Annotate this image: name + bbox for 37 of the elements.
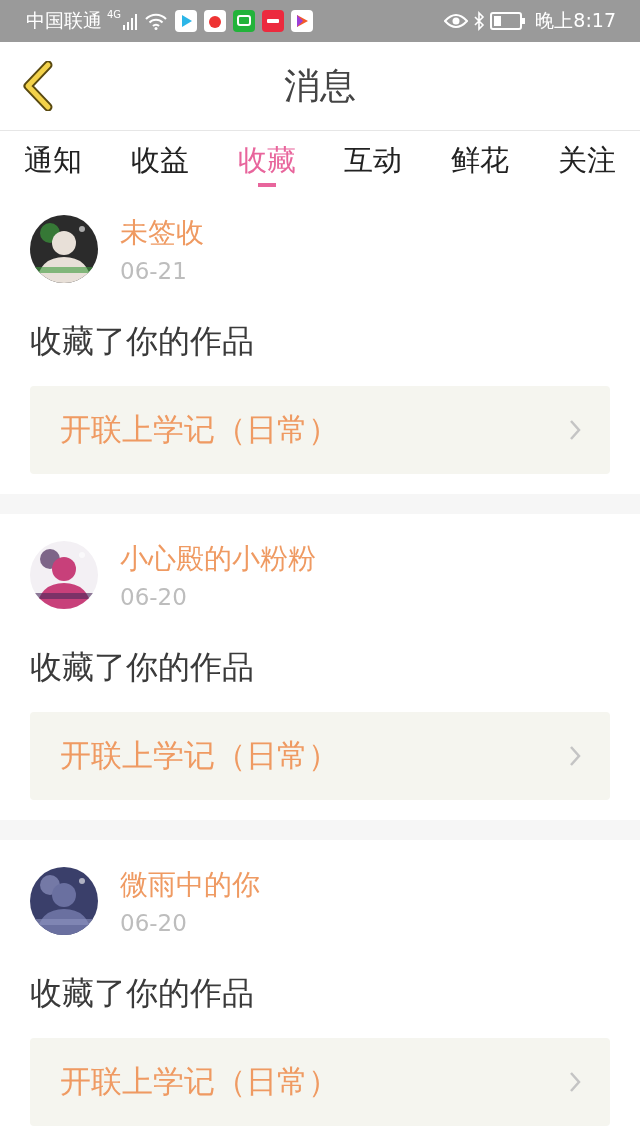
tab[interactable]: 通知	[24, 131, 82, 187]
chevron-right-icon	[568, 1070, 582, 1094]
eye-icon	[444, 13, 469, 29]
tab[interactable]: 关注	[558, 131, 616, 187]
bluetooth-icon	[473, 11, 486, 31]
wifi-icon	[144, 12, 169, 30]
app-icon	[175, 10, 198, 32]
app-icon	[262, 10, 285, 32]
message-date: 06-20	[120, 910, 188, 936]
chevron-left-icon	[20, 61, 54, 111]
tab[interactable]: 鲜花	[451, 131, 510, 187]
message-text: 收藏了你的作品	[30, 321, 255, 362]
signal-icon	[123, 12, 140, 30]
user-name[interactable]: 小心殿的小粉粉	[120, 540, 316, 578]
work-link[interactable]: 开联上学记（日常）	[30, 712, 610, 800]
message-text: 收藏了你的作品	[30, 973, 255, 1014]
app-icon	[291, 10, 314, 32]
chevron-right-icon	[568, 418, 582, 442]
message-text: 收藏了你的作品	[30, 647, 255, 688]
work-link[interactable]: 开联上学记（日常）	[30, 1038, 610, 1126]
app-icon	[233, 10, 256, 32]
back-button[interactable]	[20, 61, 54, 111]
tab[interactable]: 互动	[344, 131, 403, 187]
message-date: 06-21	[120, 258, 188, 284]
user-name[interactable]: 未签收	[120, 214, 204, 252]
message-date: 06-20	[120, 584, 188, 610]
clock-time: 晚上8:17	[535, 8, 616, 33]
tab[interactable]: 收藏	[237, 131, 296, 187]
network-type: 4G	[107, 9, 122, 20]
page-title: 消息	[284, 63, 356, 108]
battery-icon	[490, 12, 527, 30]
user-name[interactable]: 微雨中的你	[120, 866, 260, 904]
work-link[interactable]: 开联上学记（日常）	[30, 386, 610, 474]
chevron-right-icon	[568, 744, 582, 768]
tab[interactable]: 收益	[130, 131, 189, 187]
carrier-name: 中国联通	[26, 8, 102, 33]
app-icon	[204, 10, 227, 32]
